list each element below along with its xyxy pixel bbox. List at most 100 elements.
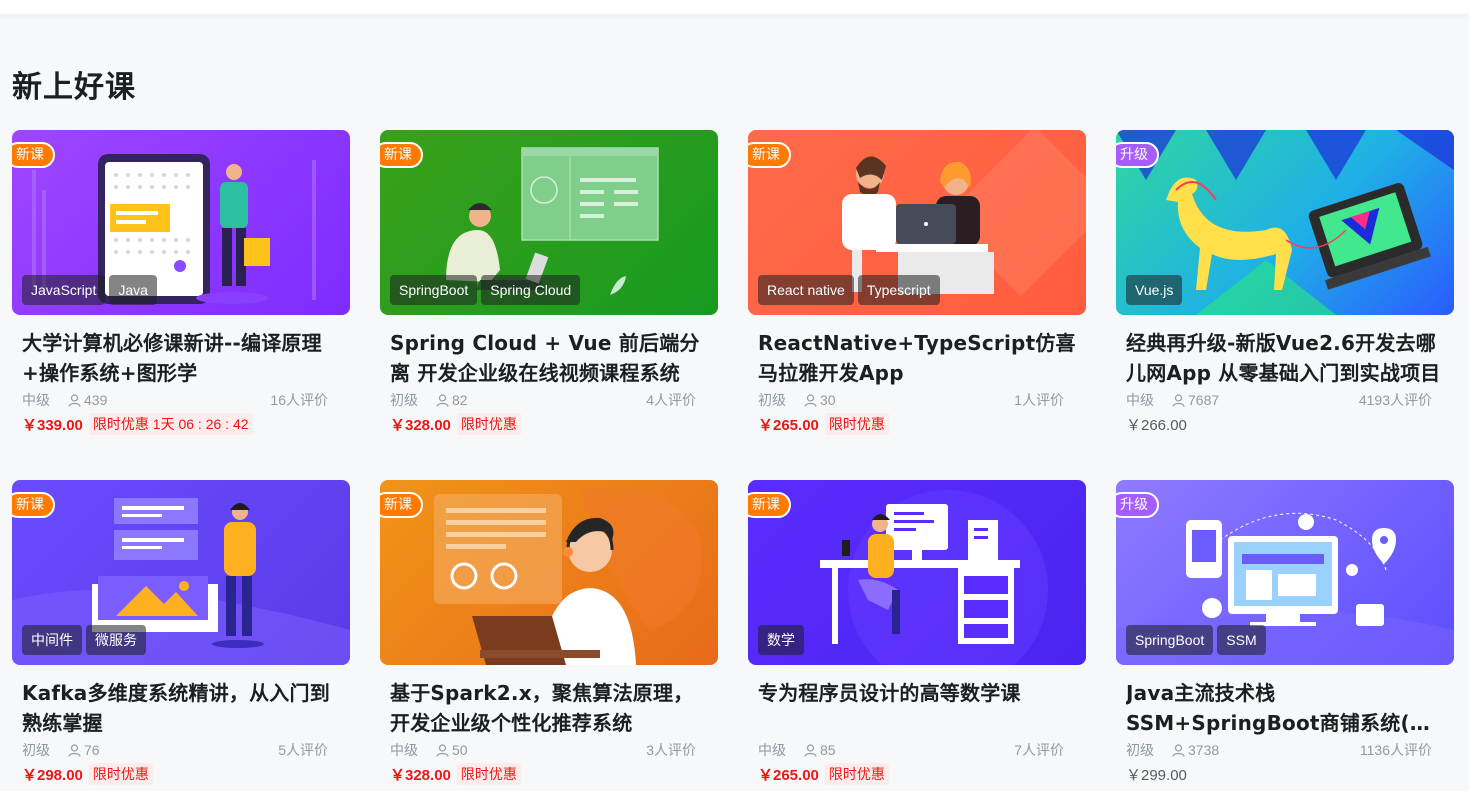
course-cover[interactable]: 新课 中间件 微服务: [12, 480, 350, 665]
student-count: 50: [436, 741, 468, 759]
review-count: 5人评价: [278, 742, 328, 758]
student-count-value: 82: [452, 392, 468, 408]
course-card[interactable]: 新课 数学 专为程序员设计的高等数学课 中级 85 7人评价 ￥265.00 限…: [748, 480, 1086, 791]
course-tags: 数学: [758, 625, 804, 655]
course-card[interactable]: 升级 SpringBoot SSM Java主流技术栈SSM+SpringBoo…: [1116, 480, 1454, 791]
course-tags: JavaScript Java: [22, 275, 157, 305]
course-title[interactable]: 经典再升级-新版Vue2.6开发去哪儿网App 从零基础入门到实战项目: [1126, 328, 1444, 388]
course-price: ￥328.00: [390, 416, 451, 434]
course-meta: 中级 7687 4193人评价: [1126, 391, 1444, 409]
new-course-badge: 新课: [748, 492, 791, 518]
review-count: 1人评价: [1014, 392, 1064, 408]
course-card[interactable]: 新课 React native Typescript ReactNative+T…: [748, 130, 1086, 460]
course-tag: 中间件: [22, 625, 82, 655]
price-row: ￥328.00 限时优惠: [390, 763, 708, 785]
course-card[interactable]: 新课 基于Spark2.x，聚焦算法原理，开发企业级个性化推荐系统 中级 50 …: [380, 480, 718, 791]
student-count-value: 439: [84, 392, 108, 408]
student-count: 82: [436, 391, 468, 409]
student-count: 3738: [1172, 741, 1219, 759]
new-course-badge: 新课: [380, 492, 423, 518]
course-cover[interactable]: 新课 JavaScript Java: [12, 130, 350, 315]
user-icon: [804, 743, 817, 757]
price-row: ￥266.00: [1126, 413, 1444, 435]
course-card[interactable]: 新课 SpringBoot Spring Cloud Spring Cloud …: [380, 130, 718, 460]
course-level: 初级: [1126, 742, 1154, 758]
review-count: 4人评价: [646, 392, 696, 408]
course-level: 中级: [22, 392, 50, 408]
student-count-value: 76: [84, 742, 100, 758]
course-meta: 初级 82 4人评价: [390, 391, 708, 409]
course-tag: 微服务: [86, 625, 146, 655]
course-meta: 初级 76 5人评价: [22, 741, 340, 759]
course-meta: 中级 50 3人评价: [390, 741, 708, 759]
course-title[interactable]: ReactNative+TypeScript仿喜马拉雅开发App: [758, 328, 1076, 388]
user-icon: [1172, 743, 1185, 757]
course-level: 初级: [22, 742, 50, 758]
review-count: 7人评价: [1014, 742, 1064, 758]
course-title[interactable]: Kafka多维度系统精讲，从入门到熟练掌握: [22, 678, 340, 738]
user-icon: [68, 393, 81, 407]
user-icon: [436, 743, 449, 757]
course-meta: 初级 30 1人评价: [758, 391, 1076, 409]
price-row: ￥328.00 限时优惠: [390, 413, 708, 435]
section-title: 新上好课: [12, 70, 136, 105]
review-count: 1136人评价: [1359, 742, 1432, 758]
course-level: 中级: [1126, 392, 1154, 408]
course-cover[interactable]: 升级 Vue.js: [1116, 130, 1454, 315]
course-tag: Typescript: [857, 275, 940, 305]
new-course-badge: 新课: [748, 142, 791, 168]
course-tag: SpringBoot: [390, 275, 478, 305]
course-cover[interactable]: 新课 数学: [748, 480, 1086, 665]
course-cover[interactable]: 升级 SpringBoot SSM: [1116, 480, 1454, 665]
review-count: 16人评价: [270, 392, 328, 408]
course-price: ￥339.00: [22, 416, 83, 434]
price-row: ￥265.00 限时优惠: [758, 413, 1076, 435]
course-cover[interactable]: 新课: [380, 480, 718, 665]
user-icon: [1172, 393, 1185, 407]
course-title[interactable]: Spring Cloud + Vue 前后端分离 开发企业级在线视频课程系统: [390, 328, 708, 388]
course-cover[interactable]: 新课 React native Typescript: [748, 130, 1086, 315]
promo-label: 限时优惠: [88, 763, 153, 785]
course-tags: SpringBoot SSM: [1126, 625, 1266, 655]
student-count-value: 3738: [1188, 742, 1220, 758]
course-title[interactable]: 专为程序员设计的高等数学课: [758, 678, 1076, 738]
course-meta: 中级 85 7人评价: [758, 741, 1076, 759]
course-meta: 初级 3738 1136人评价: [1126, 741, 1444, 759]
course-card[interactable]: 新课 JavaScript Java 大学计算机必修课新讲--编译原理+操作系统…: [12, 130, 350, 460]
student-count: 439: [68, 391, 107, 409]
promo-label: 限时优惠: [824, 413, 889, 435]
course-tag: Spring Cloud: [481, 275, 581, 305]
course-tag: SpringBoot: [1126, 625, 1214, 655]
student-count-value: 30: [820, 392, 836, 408]
course-title[interactable]: Java主流技术栈SSM+SpringBoot商铺系统(升级版): [1126, 678, 1444, 738]
course-price: ￥266.00: [1126, 416, 1187, 434]
course-price: ￥328.00: [390, 766, 451, 784]
promo-label: 限时优惠: [456, 763, 521, 785]
student-count: 30: [804, 391, 836, 409]
student-count: 7687: [1172, 391, 1219, 409]
promo-label: 限时优惠: [824, 763, 889, 785]
course-card[interactable]: 新课 中间件 微服务 Kafka多维度系统精讲，从入门到熟练掌握 初级 76 5…: [12, 480, 350, 791]
course-level: 中级: [390, 742, 418, 758]
course-card[interactable]: 升级 Vue.js 经典再升级-新版Vue2.6开发去哪儿网App 从零基础入门…: [1116, 130, 1454, 460]
review-count: 4193人评价: [1358, 392, 1432, 408]
course-tag: Java: [109, 275, 157, 305]
top-navigation-bar: [0, 0, 1469, 14]
course-title[interactable]: 大学计算机必修课新讲--编译原理+操作系统+图形学: [22, 328, 340, 388]
new-course-badge: 新课: [12, 492, 55, 518]
student-count-value: 85: [820, 742, 836, 758]
course-price: ￥265.00: [758, 416, 819, 434]
course-cover[interactable]: 新课 SpringBoot Spring Cloud: [380, 130, 718, 315]
user-icon: [436, 393, 449, 407]
course-tag: React native: [758, 275, 854, 305]
course-tag: 数学: [758, 625, 804, 655]
course-tag: SSM: [1217, 625, 1266, 655]
price-row: ￥299.00: [1126, 763, 1444, 785]
user-icon: [804, 393, 817, 407]
course-meta: 中级 439 16人评价: [22, 391, 340, 409]
student-count-value: 50: [452, 742, 468, 758]
user-icon: [68, 743, 81, 757]
student-count: 85: [804, 741, 836, 759]
new-course-badge: 新课: [380, 142, 423, 168]
course-title[interactable]: 基于Spark2.x，聚焦算法原理，开发企业级个性化推荐系统: [390, 678, 708, 738]
